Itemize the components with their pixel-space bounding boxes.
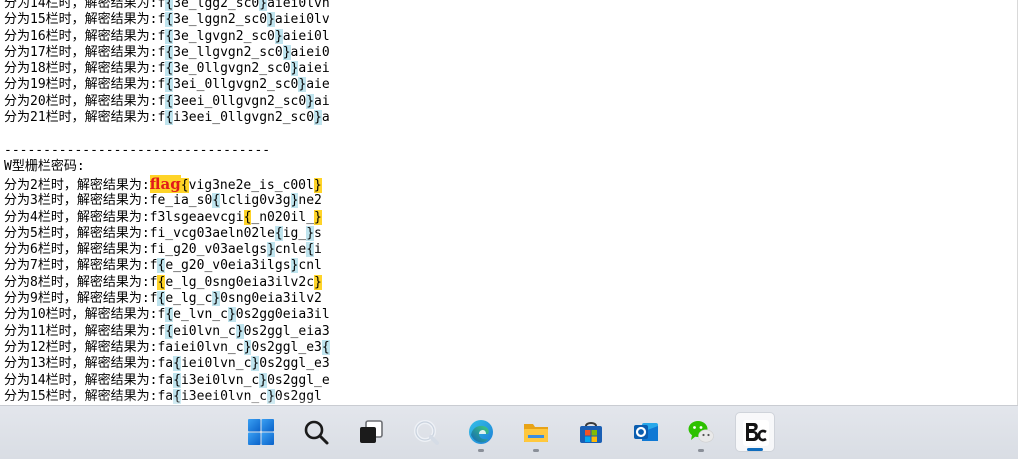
- result-line: 分为14栏时，解密结果为:f{3e_lgg2_sc0}aiei0lvn: [4, 0, 1014, 12]
- copilot-icon: [414, 420, 439, 445]
- flag-highlight: flag: [149, 175, 181, 194]
- file-explorer-button[interactable]: [516, 412, 556, 452]
- result-line: 分为2栏时，解密结果为:flag{vig3ne2e_is_c00l}: [4, 175, 322, 194]
- search-icon: [304, 420, 329, 445]
- result-line: 分为19栏时，解密结果为:f{3ei_0llgvgn2_sc0}aie: [4, 77, 330, 93]
- text-content: 分为14栏时，解密结果为:f{3e_lgg2_sc0}aiei0lvn 分为15…: [4, 0, 1014, 405]
- start-button[interactable]: [241, 412, 281, 452]
- result-line: 分为14栏时，解密结果为:fa{i3ei0lvn_c}0s2ggl_e: [4, 372, 330, 388]
- edge-icon: [469, 420, 493, 444]
- file-explorer-icon: [524, 424, 548, 442]
- result-line: 分为10栏时，解密结果为:f{e_lvn_c}0s2gg0eia3il: [4, 307, 330, 323]
- taskbar: [0, 405, 1018, 459]
- running-indicator: [533, 449, 539, 452]
- result-line: 分为21栏时，解密结果为:f{i3eei_0llgvgn2_sc0}a: [4, 110, 330, 126]
- result-line: 分为20栏时，解密结果为:f{3eei_0llgvgn2_sc0}ai: [4, 93, 330, 109]
- wechat-icon: [688, 421, 714, 443]
- result-line: 分为11栏时，解密结果为:f{ei0lvn_c}0s2ggl_eia3: [4, 323, 330, 339]
- result-line: 分为8栏时，解密结果为:f{e_lg_0sng0eia3ilv2c}: [4, 274, 322, 290]
- running-indicator: [478, 449, 484, 452]
- section-header: W型栅栏密码:: [4, 158, 85, 174]
- result-line: 分为15栏时，解密结果为:f{3e_lggn2_sc0}aiei0lv: [4, 12, 330, 28]
- outlook-button[interactable]: [626, 412, 666, 452]
- wechat-button[interactable]: [681, 412, 721, 452]
- result-line: 分为6栏时，解密结果为:fi_g20_v03aelgs}cnle{i: [4, 242, 322, 258]
- result-line: 分为4栏时，解密结果为:f3lsgeaevcgi{_n020il_}: [4, 209, 322, 225]
- result-line: 分为9栏时，解密结果为:f{e_lg_c}0sng0eia3ilv2: [4, 291, 322, 307]
- outlook-icon: [634, 423, 658, 441]
- result-line: 分为7栏时，解密结果为:f{e_g20_v0eia3ilgs}cnl: [4, 258, 322, 274]
- separator-line: ----------------------------------: [4, 142, 271, 158]
- result-line: 分为12栏时，解密结果为:faiei0lvn_c}0s2ggl_e3{: [4, 339, 330, 355]
- result-line: 分为3栏时，解密结果为:fe_ia_s0{lclig0v3g}ne2: [4, 193, 322, 209]
- scroll-fade: [0, 395, 1017, 405]
- result-line: 分为18栏时，解密结果为:f{3e_0llgvgn2_sc0}aiei: [4, 61, 330, 77]
- running-indicator: [698, 449, 704, 452]
- result-line: 分为17栏时，解密结果为:f{3e_llgvgn2_sc0}aiei0: [4, 44, 330, 60]
- search-button[interactable]: [296, 412, 336, 452]
- active-indicator: [747, 448, 763, 451]
- microsoft-store-button[interactable]: [571, 412, 611, 452]
- text-output-area[interactable]: 分为14栏时，解密结果为:f{3e_lgg2_sc0}aiei0lvn 分为15…: [0, 0, 1018, 405]
- windows-start-icon: [248, 419, 274, 445]
- bc-app-button[interactable]: [735, 412, 775, 452]
- task-view-button[interactable]: [351, 412, 391, 452]
- desktop-screen: 分为14栏时，解密结果为:f{3e_lgg2_sc0}aiei0lvn 分为15…: [0, 0, 1018, 459]
- result-line: 分为13栏时，解密结果为:fa{iei0lvn_c}0s2ggl_e3: [4, 356, 330, 372]
- task-view-icon: [360, 420, 383, 443]
- edge-button[interactable]: [461, 412, 501, 452]
- bc-app-icon: [743, 420, 769, 446]
- microsoft-store-icon: [580, 422, 602, 443]
- copilot-button[interactable]: [406, 412, 446, 452]
- result-line: 分为16栏时，解密结果为:f{3e_lgvgn2_sc0}aiei0l: [4, 28, 330, 44]
- result-line: 分为5栏时，解密结果为:fi_vcg03aeln02le{ig_}s: [4, 225, 322, 241]
